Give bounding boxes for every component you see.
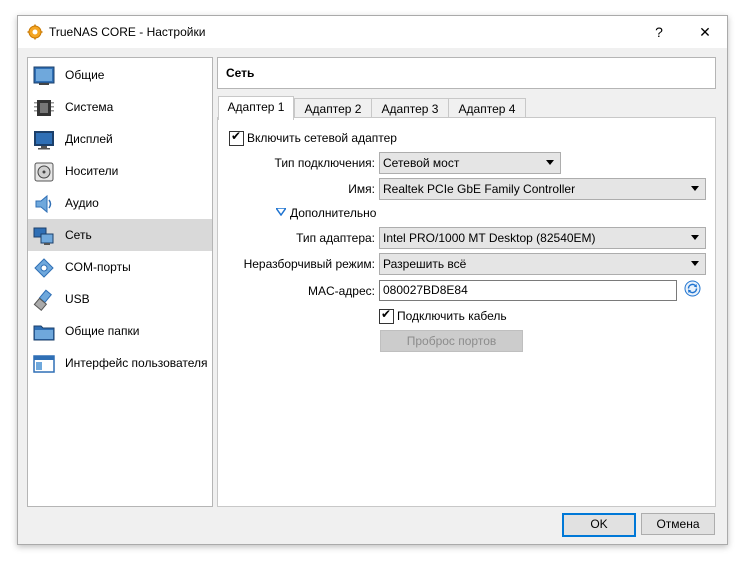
network-icon — [33, 227, 54, 245]
chevron-down-icon — [691, 235, 699, 240]
adapter-type-label: Тип адаптера: — [296, 231, 375, 245]
serial-port-icon — [34, 258, 54, 278]
adapter-name-label: Имя: — [348, 182, 375, 196]
user-interface-icon — [33, 355, 55, 373]
sidebar-item-usb[interactable]: USB — [28, 283, 212, 315]
sidebar-item-audio[interactable]: Аудио — [28, 187, 212, 219]
settings-dialog: TrueNAS CORE - Настройки ? ✕ Общие Систе… — [17, 15, 728, 545]
tab-adapter-4[interactable]: Адаптер 4 — [448, 98, 526, 119]
mac-address-input[interactable] — [383, 283, 663, 297]
display-monitor-icon — [34, 131, 54, 150]
help-button[interactable]: ? — [637, 16, 681, 48]
sidebar-item-label: Носители — [65, 164, 119, 178]
enable-adapter-checkbox[interactable]: ✔ — [229, 129, 244, 146]
enable-adapter-label: Включить сетевой адаптер — [247, 131, 397, 145]
mac-address-label: MAC-адрес: — [307, 284, 375, 298]
ok-button[interactable]: OK — [562, 513, 636, 537]
expand-triangle-icon[interactable] — [276, 208, 286, 216]
promiscuous-mode-select[interactable]: Разрешить всё — [379, 253, 706, 275]
usb-icon — [33, 289, 52, 311]
window-title: TrueNAS CORE - Настройки — [49, 25, 206, 39]
promiscuous-mode-label: Неразборчивый режим: — [243, 257, 375, 271]
adapter-type-select[interactable]: Intel PRO/1000 MT Desktop (82540EM) — [379, 227, 706, 249]
adapter-name-value: Realtek PCIe GbE Family Controller — [383, 182, 576, 196]
chevron-down-icon — [691, 186, 699, 191]
title-bar: TrueNAS CORE - Настройки ? ✕ — [18, 16, 727, 48]
sidebar-item-user-interface[interactable]: Интерфейс пользователя — [28, 347, 212, 379]
sidebar-item-label: Сеть — [65, 228, 92, 242]
sidebar-item-label: Дисплей — [65, 132, 113, 146]
tab-adapter-1[interactable]: Адаптер 1 — [218, 96, 294, 120]
settings-sidebar: Общие Система Дисплей Носители Аудио Сет… — [27, 57, 213, 507]
checkmark-icon: ✔ — [381, 307, 392, 321]
storage-disk-icon — [34, 162, 54, 182]
sidebar-item-label: Общие — [65, 68, 105, 82]
refresh-mac-icon[interactable] — [684, 280, 701, 297]
section-header: Сеть — [217, 57, 716, 89]
sidebar-item-label: COM-порты — [65, 260, 131, 274]
chevron-down-icon — [546, 160, 554, 165]
cable-connected-checkbox[interactable]: ✔ — [379, 307, 394, 324]
promiscuous-mode-value: Разрешить всё — [383, 257, 467, 271]
sidebar-item-label: Общие папки — [65, 324, 140, 338]
cancel-button[interactable]: Отмена — [641, 513, 715, 535]
sidebar-item-label: USB — [65, 292, 90, 306]
cable-connected-label: Подключить кабель — [397, 309, 507, 323]
page-title: Сеть — [226, 66, 255, 80]
adapter-type-value: Intel PRO/1000 MT Desktop (82540EM) — [383, 231, 596, 245]
mac-address-field[interactable] — [379, 280, 677, 301]
attached-to-value: Сетевой мост — [383, 156, 460, 170]
adapter-panel: ✔ Включить сетевой адаптер Тип подключен… — [217, 117, 716, 507]
sidebar-item-network[interactable]: Сеть — [28, 219, 212, 251]
tab-adapter-2[interactable]: Адаптер 2 — [294, 98, 372, 119]
shared-folder-icon — [33, 325, 55, 341]
system-chip-icon — [34, 100, 54, 116]
attached-to-label: Тип подключения: — [274, 156, 375, 170]
audio-speaker-icon — [35, 194, 52, 214]
sidebar-item-general[interactable]: Общие — [28, 59, 212, 91]
sidebar-item-shared-folders[interactable]: Общие папки — [28, 315, 212, 347]
attached-to-select[interactable]: Сетевой мост — [379, 152, 561, 174]
port-forwarding-button[interactable]: Проброс портов — [380, 330, 523, 352]
sidebar-item-label: Система — [65, 100, 114, 114]
sidebar-item-system[interactable]: Система — [28, 91, 212, 123]
truenas-app-icon — [27, 24, 43, 40]
adapter-name-select[interactable]: Realtek PCIe GbE Family Controller — [379, 178, 706, 200]
sidebar-item-label: Аудио — [65, 196, 99, 210]
checkmark-icon: ✔ — [231, 129, 242, 143]
general-icon — [33, 66, 55, 85]
sidebar-item-display[interactable]: Дисплей — [28, 123, 212, 155]
sidebar-item-storage[interactable]: Носители — [28, 155, 212, 187]
sidebar-item-label: Интерфейс пользователя — [65, 356, 208, 370]
close-button[interactable]: ✕ — [683, 16, 727, 48]
sidebar-item-com-ports[interactable]: COM-порты — [28, 251, 212, 283]
tab-adapter-3[interactable]: Адаптер 3 — [371, 98, 449, 119]
advanced-toggle-label[interactable]: Дополнительно — [290, 206, 376, 220]
chevron-down-icon — [691, 261, 699, 266]
